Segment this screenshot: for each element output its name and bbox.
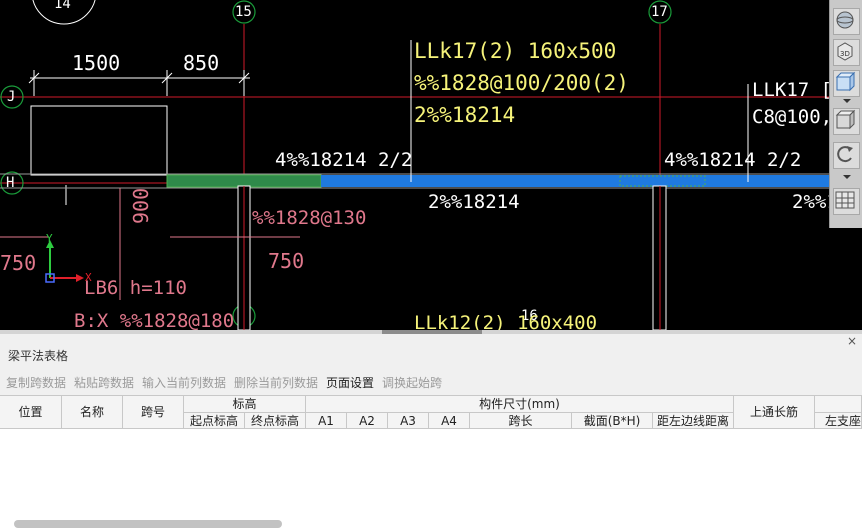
col-header-a3[interactable]: A3 [388,413,429,429]
col-header-a1[interactable]: A1 [306,413,347,429]
view-toolbar: 3D [829,0,862,228]
cube-solid-icon [835,109,856,130]
col-header-member-size[interactable]: 构件尺寸(mm) [306,396,734,413]
close-icon[interactable]: × [847,334,857,348]
chevron-down-icon[interactable] [843,175,851,179]
cube-view-icon [835,71,856,92]
dim-900: 900 [129,187,153,224]
col-header-span-no[interactable]: 跨号 [123,396,184,429]
grid-view-button[interactable] [833,188,860,215]
col-header-position[interactable]: 位置 [0,396,62,429]
chevron-down-icon[interactable] [843,99,851,103]
right-annotation-line2: C8@100, [752,106,833,128]
col-header-top-through-bar[interactable]: 上通长筋 [734,396,815,429]
svg-text:3D: 3D [840,50,850,58]
axis-label-15: 15 [235,4,252,20]
swap-start-span-button[interactable]: 调换起始跨 [382,374,442,391]
input-column-button[interactable]: 输入当前列数据 [142,374,226,391]
slab-lb6-label: LB6 h=110 [84,277,187,299]
axis-label-14: 14 [54,0,71,12]
col-header-start-elevation[interactable]: 起点标高 [184,413,245,429]
col-header-a2[interactable]: A2 [347,413,388,429]
page-setup-button[interactable]: 页面设置 [326,374,374,391]
bottom-bars-mid: 2%%18214 [428,191,520,213]
col-header-left-support[interactable]: 左支座 [815,413,862,429]
3d-view-button[interactable]: 3D [833,39,860,66]
3d-cube-icon: 3D [837,42,853,61]
col-header-left-edge-distance[interactable]: 距左边线距离 [653,413,734,429]
grid-view-icon [835,191,855,209]
col-header-name[interactable]: 名称 [62,396,123,429]
beam-table-panel: 梁平法表格 × 复制跨数据 粘贴跨数据 输入当前列数据 删除当前列数据 页面设置… [0,334,862,532]
dim-1500: 1500 [72,51,121,75]
col-header-span-length[interactable]: 跨长 [470,413,572,429]
beam-annotation-line2: %%1828@100/200(2) [414,71,629,95]
cube-view-button[interactable] [833,70,860,97]
bottom-beam-annotation: LLk12(2) 160x400 [414,312,598,331]
panel-title: 梁平法表格 [8,349,69,363]
dim-750: 750 [268,249,305,273]
dim-750-left: 750 [0,251,37,275]
ucs-x-label: X [85,271,92,284]
col-header-a4[interactable]: A4 [429,413,470,429]
horizontal-scrollbar[interactable] [14,520,282,528]
axis-label-h: H [6,175,15,191]
axis-label-j: J [7,89,16,105]
panel-toolbar: 复制跨数据 粘贴跨数据 输入当前列数据 删除当前列数据 页面设置 调换起始跨 [0,370,862,392]
beam-table-body[interactable] [0,429,862,532]
delete-column-button[interactable]: 删除当前列数据 [234,374,318,391]
beam-annotation-line3: 2%%18214 [414,103,516,127]
top-bars-right: 4%%18214 2/2 [664,149,802,171]
axis-label-17: 17 [651,4,668,20]
sphere-view-icon [836,11,854,29]
dim-850: 850 [183,51,220,75]
rotate-button[interactable] [833,142,860,169]
beam-annotation-line1: LLk17(2) 160x500 [414,39,617,63]
sphere-view-button[interactable] [833,8,860,35]
col-header-elevation[interactable]: 标高 [184,396,306,413]
top-bars-left: 4%%18214 2/2 [275,149,413,171]
copy-span-button[interactable]: 复制跨数据 [6,374,66,391]
solid-view-button[interactable] [833,108,860,135]
col-header-end-elevation[interactable]: 终点标高 [245,413,306,429]
rotate-icon [837,146,853,163]
slab-bx-label: B:X %%1828@180 [74,310,235,331]
col-header-group-support[interactable] [815,396,862,413]
ucs-y-label: Y [46,232,53,245]
cad-viewport[interactable]: 14 15 17 J H 16 1500 850 900 750 750 LLk… [0,0,862,330]
paste-span-button[interactable]: 粘贴跨数据 [74,374,134,391]
beam-table-header: 位置 名称 跨号 标高 起点标高 终点标高 构件尺寸(mm) A1 A2 A3 … [0,395,862,429]
stirrup-label: %%1828@130 [252,207,367,229]
col-header-section[interactable]: 截面(B*H) [572,413,653,429]
